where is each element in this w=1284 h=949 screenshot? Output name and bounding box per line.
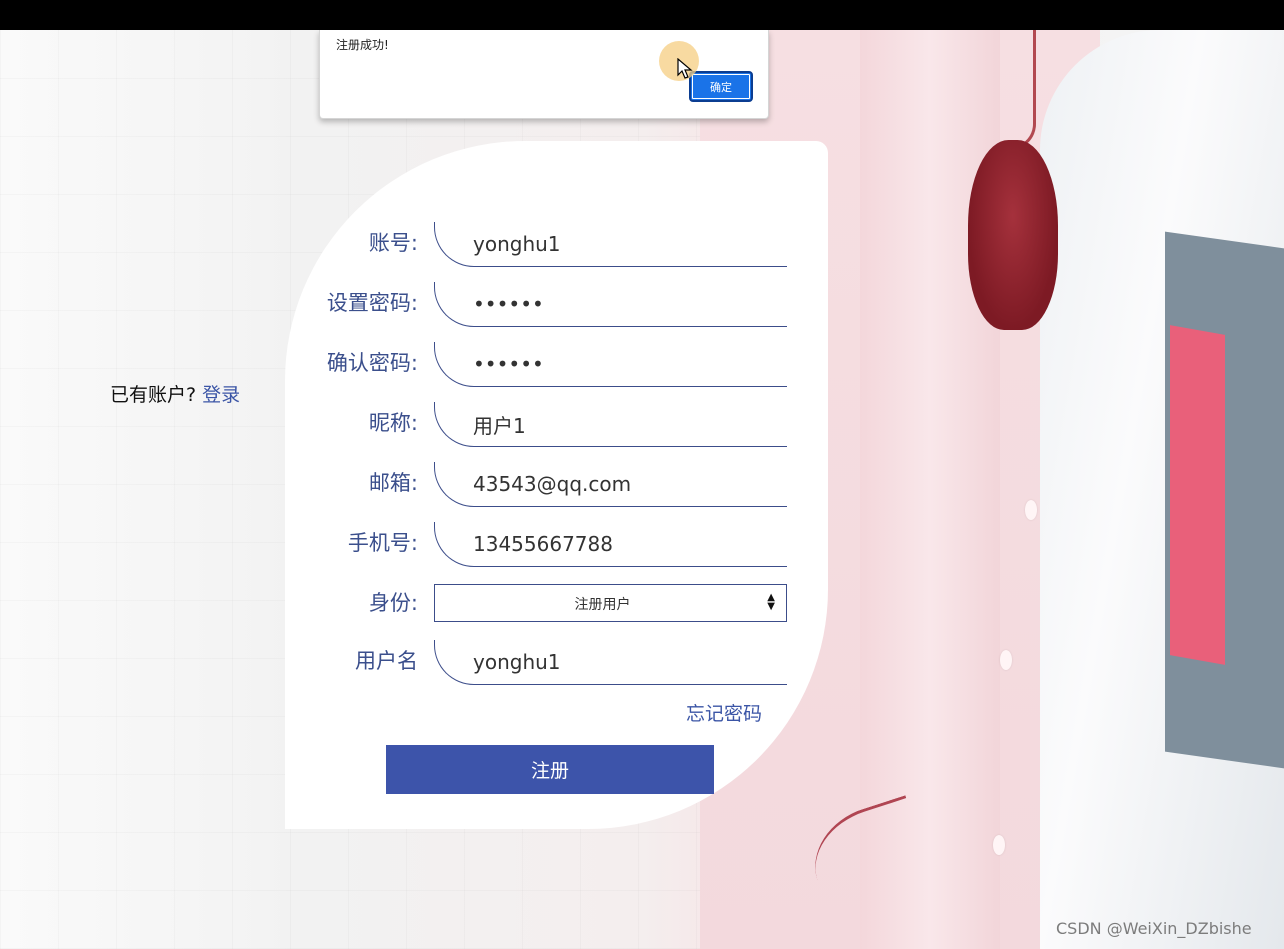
username-field (434, 640, 787, 685)
role-selected-value: 注册用户 (574, 597, 631, 613)
alert-dialog: 注册成功! 确定 (319, 30, 769, 119)
password-field (434, 282, 787, 327)
confirm-password-field (434, 342, 787, 387)
login-prompt: 已有账户? 登录 (110, 380, 240, 407)
nickname-field (434, 402, 787, 447)
username-input[interactable] (473, 648, 773, 676)
register-button[interactable]: 注册 (386, 745, 714, 794)
password-input[interactable] (473, 290, 773, 318)
watermark: CSDN @WeiXin_DZbishe (1056, 919, 1252, 938)
email-label: 邮箱: (368, 471, 418, 495)
coat-button (993, 835, 1005, 855)
confirm-password-label: 确认密码: (326, 351, 418, 375)
top-black-bar (0, 0, 1284, 30)
email-field (434, 462, 787, 507)
bow-tie (968, 140, 1058, 330)
phone-input[interactable] (473, 530, 773, 558)
account-field (434, 222, 787, 267)
nickname-label: 昵称: (368, 411, 418, 435)
alert-message: 注册成功! (336, 38, 389, 52)
forgot-password-link[interactable]: 忘记密码 (686, 699, 762, 726)
confirm-password-input[interactable] (473, 350, 773, 378)
password-label: 设置密码: (326, 291, 418, 315)
alert-ok-button[interactable]: 确定 (689, 71, 753, 102)
book-red-cover (1170, 325, 1225, 665)
nickname-input[interactable] (473, 410, 773, 438)
account-input[interactable] (473, 230, 773, 258)
select-arrows-icon: ▲ ▼ (767, 592, 775, 612)
login-link[interactable]: 登录 (202, 384, 240, 406)
email-input[interactable] (473, 470, 773, 498)
mouse-pointer-icon (677, 58, 693, 79)
coat-button (1000, 650, 1012, 670)
account-label: 账号: (368, 231, 418, 255)
login-prompt-text: 已有账户? (110, 384, 197, 406)
username-label: 用户名 (355, 649, 418, 673)
role-label: 身份: (368, 591, 418, 615)
role-select[interactable]: 注册用户 ▲ ▼ (434, 584, 787, 622)
phone-label: 手机号: (347, 531, 418, 555)
coat-button (1025, 500, 1037, 520)
phone-field (434, 522, 787, 567)
collar (1010, 30, 1036, 150)
